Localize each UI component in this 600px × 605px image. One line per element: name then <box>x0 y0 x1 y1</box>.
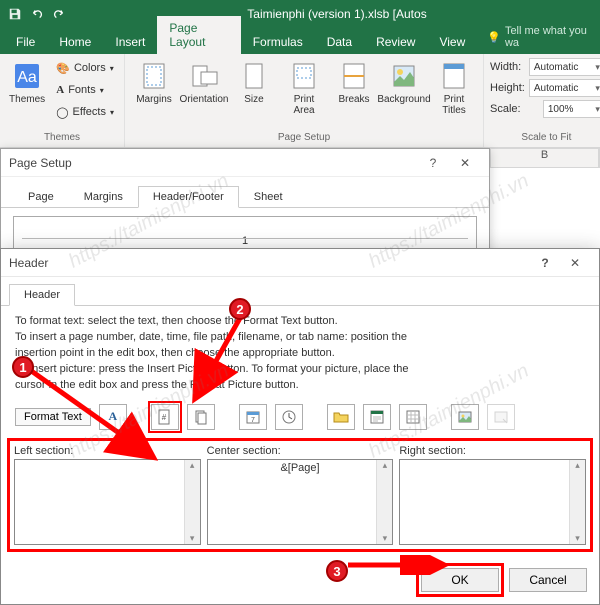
tab-review[interactable]: Review <box>364 30 427 54</box>
center-section-label: Center section: <box>207 445 394 457</box>
width-dropdown[interactable]: Automatic <box>529 58 600 76</box>
width-label: Width: <box>490 61 521 73</box>
background-icon <box>388 60 420 92</box>
close-button[interactable]: ✕ <box>449 151 481 175</box>
page-setup-dialog: Page Setup ? ✕ Page Margins Header/Foote… <box>0 148 490 259</box>
annotation-arrow-3 <box>340 555 460 575</box>
fonts-icon: A <box>56 84 64 96</box>
insert-time-button[interactable] <box>275 404 303 430</box>
tab-data[interactable]: Data <box>315 30 364 54</box>
svg-text:7: 7 <box>251 417 255 424</box>
insert-file-path-button[interactable] <box>327 404 355 430</box>
close-button[interactable]: ✕ <box>559 251 591 275</box>
insert-sheet-name-button[interactable] <box>399 404 427 430</box>
tab-page-layout[interactable]: Page Layout <box>157 16 240 54</box>
scrollbar[interactable] <box>376 460 392 544</box>
lightbulb-icon: 💡 <box>487 31 501 44</box>
ribbon-tabs: File Home Insert Page Layout Formulas Da… <box>0 28 600 54</box>
scale-label: Scale: <box>490 103 521 115</box>
svg-text:Aa: Aa <box>17 69 37 86</box>
save-icon[interactable] <box>8 7 22 21</box>
breaks-icon <box>338 60 370 92</box>
tab-view[interactable]: View <box>427 30 477 54</box>
print-titles-icon <box>438 60 470 92</box>
breaks-button[interactable]: Breaks <box>331 56 377 122</box>
colors-button[interactable]: 🎨Colors▾ <box>52 58 118 78</box>
annotation-marker-3: 3 <box>326 560 348 582</box>
scrollbar[interactable] <box>569 460 585 544</box>
cancel-button[interactable]: Cancel <box>509 568 587 592</box>
orientation-icon <box>188 60 220 92</box>
ribbon-body: Aa Themes 🎨Colors▾ AFonts▾ ◯Effects▾ The… <box>0 54 600 148</box>
themes-icon: Aa <box>11 60 43 92</box>
effects-button[interactable]: ◯Effects▾ <box>52 102 118 122</box>
col-header-b[interactable]: B <box>491 149 599 167</box>
margins-icon <box>138 60 170 92</box>
size-icon <box>238 60 270 92</box>
right-section-input[interactable] <box>399 459 586 545</box>
annotation-marker-1: 1 <box>12 356 34 378</box>
center-section-input[interactable]: &[Page] <box>207 459 394 545</box>
height-label: Height: <box>490 82 525 94</box>
effects-icon: ◯ <box>56 106 68 119</box>
ps-tab-sheet[interactable]: Sheet <box>239 186 298 208</box>
scrollbar[interactable] <box>184 460 200 544</box>
height-dropdown[interactable]: Automatic <box>529 79 600 97</box>
tab-file[interactable]: File <box>4 30 47 54</box>
redo-icon[interactable] <box>52 7 66 21</box>
ps-tab-page[interactable]: Page <box>13 186 69 208</box>
margins-button[interactable]: Margins <box>131 56 177 122</box>
format-picture-button[interactable] <box>487 404 515 430</box>
help-button[interactable]: ? <box>417 151 449 175</box>
group-label-scale: Scale to Fit <box>490 130 600 145</box>
group-label-themes: Themes <box>6 130 118 145</box>
fonts-button[interactable]: AFonts▾ <box>52 80 118 100</box>
annotation-marker-2: 2 <box>229 298 251 320</box>
undo-icon[interactable] <box>30 7 44 21</box>
header-preview: 1 <box>13 216 477 250</box>
print-titles-button[interactable]: Print Titles <box>431 56 477 122</box>
orientation-button[interactable]: Orientation <box>181 56 227 122</box>
print-area-button[interactable]: Print Area <box>281 56 327 122</box>
page-setup-title: Page Setup <box>9 156 72 170</box>
insert-picture-button[interactable] <box>451 404 479 430</box>
annotation-arrow-1 <box>20 355 180 475</box>
themes-button[interactable]: Aa Themes <box>6 56 48 122</box>
ps-tab-margins[interactable]: Margins <box>69 186 138 208</box>
help-button[interactable]: ? <box>531 256 559 270</box>
insert-file-name-button[interactable] <box>363 404 391 430</box>
header-tab[interactable]: Header <box>9 284 75 306</box>
size-button[interactable]: Size <box>231 56 277 122</box>
group-label-page-setup: Page Setup <box>131 130 477 145</box>
background-button[interactable]: Background <box>381 56 427 122</box>
header-dialog-title: Header <box>9 256 48 270</box>
tab-home[interactable]: Home <box>47 30 103 54</box>
annotation-arrow-2 <box>185 310 265 410</box>
document-title: Taimienphi (version 1).xlsb [Autos <box>74 7 600 21</box>
tab-insert[interactable]: Insert <box>103 30 157 54</box>
tab-formulas[interactable]: Formulas <box>241 30 315 54</box>
print-area-icon <box>288 60 320 92</box>
ps-tab-header-footer[interactable]: Header/Footer <box>138 186 239 208</box>
colors-icon: 🎨 <box>56 62 70 75</box>
tell-me-search[interactable]: 💡 Tell me what you wa <box>477 20 600 54</box>
right-section-label: Right section: <box>399 445 586 457</box>
scale-spinner[interactable]: 100% <box>543 100 600 118</box>
